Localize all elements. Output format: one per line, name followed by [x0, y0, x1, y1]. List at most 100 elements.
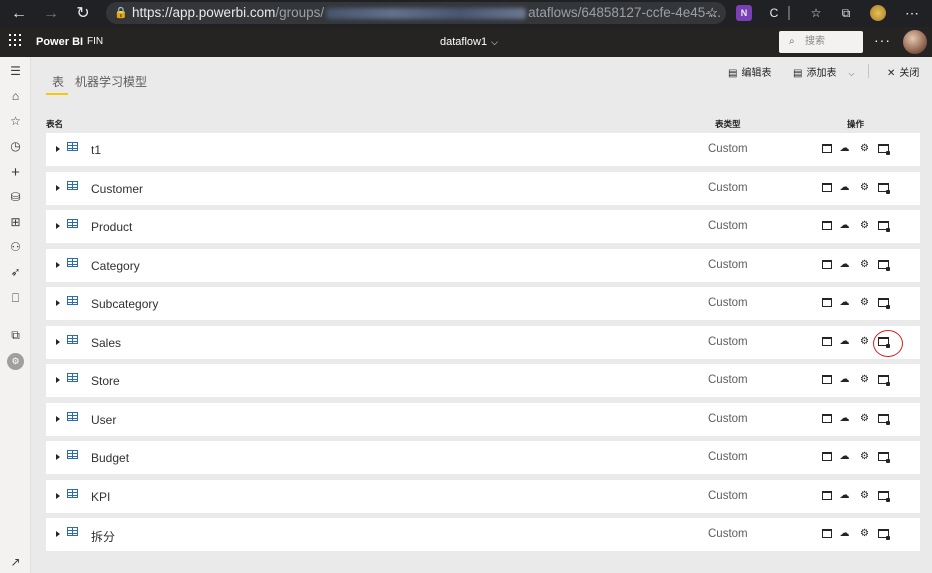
ai-insights-icon[interactable]: ☁ — [838, 336, 851, 348]
expand-caret-icon[interactable] — [56, 415, 60, 422]
settings-gear-icon[interactable]: ⚙ — [858, 413, 871, 425]
edit-table-icon[interactable] — [820, 374, 833, 386]
app-launcher-icon[interactable] — [9, 34, 21, 46]
settings-gear-icon[interactable]: ⚙ — [858, 220, 871, 232]
expand-caret-icon[interactable] — [56, 377, 60, 383]
bookmark-star-icon[interactable]: ☆ — [706, 2, 718, 24]
properties-icon[interactable] — [877, 490, 890, 502]
table-row[interactable]: Product Custom ☁ ⚙ — [46, 210, 920, 243]
favorites-star-icon[interactable]: ☆ — [7, 113, 24, 130]
profile-avatar-icon[interactable] — [870, 5, 886, 21]
properties-icon[interactable] — [877, 182, 890, 194]
expand-caret-icon[interactable] — [56, 223, 60, 229]
properties-icon[interactable] — [877, 220, 890, 232]
user-avatar[interactable] — [903, 30, 927, 54]
workspace-avatar-icon[interactable]: ⚙ — [7, 353, 24, 370]
properties-icon[interactable] — [877, 143, 890, 155]
forward-arrow-icon[interactable]: → — [40, 3, 62, 25]
add-tables-button[interactable]: ▤ 添加表 ⌵ — [793, 64, 855, 79]
properties-icon[interactable] — [877, 297, 890, 309]
ai-insights-icon[interactable]: ☁ — [838, 297, 851, 309]
table-row[interactable]: Budget Custom ☁ ⚙ — [46, 441, 920, 474]
expand-caret-icon[interactable] — [56, 454, 60, 460]
expand-caret-icon[interactable] — [56, 146, 60, 152]
extension-icon[interactable]: C — [766, 5, 782, 21]
ai-insights-icon[interactable]: ☁ — [838, 374, 851, 386]
settings-gear-icon[interactable]: ⚙ — [858, 374, 871, 386]
table-row[interactable]: User Custom ☁ ⚙ — [46, 402, 920, 436]
ai-insights-icon[interactable]: ☁ — [838, 220, 851, 232]
properties-icon[interactable] — [877, 451, 890, 463]
table-row[interactable]: Customer Custom ☁ ⚙ — [46, 171, 920, 205]
edit-table-icon[interactable] — [820, 528, 833, 540]
edit-table-icon[interactable] — [820, 451, 833, 463]
table-row[interactable]: t1 Custom ☁ ⚙ — [46, 133, 920, 166]
table-row[interactable]: 拆分 Custom ☁ ⚙ — [46, 518, 920, 551]
table-row[interactable]: Category Custom ☁ ⚙ — [46, 248, 920, 282]
table-row[interactable]: KPI Custom ☁ ⚙ — [46, 479, 920, 513]
settings-gear-icon[interactable]: ⚙ — [858, 451, 871, 463]
refresh-icon[interactable]: ↻ — [72, 3, 94, 25]
ai-insights-icon[interactable]: ☁ — [838, 259, 851, 271]
edit-table-icon[interactable] — [820, 297, 833, 309]
onenote-extension-icon[interactable]: N — [736, 5, 752, 21]
dataflow-title-dropdown[interactable]: dataflow1 ⌵ — [440, 36, 498, 48]
edit-table-icon[interactable] — [820, 259, 833, 271]
settings-gear-icon[interactable]: ⚙ — [858, 336, 871, 348]
ai-insights-icon[interactable]: ☁ — [838, 182, 851, 194]
learn-book-icon[interactable]: ⎕ — [7, 290, 24, 307]
expand-caret-icon[interactable] — [56, 492, 60, 499]
collections-icon[interactable]: ⧉ — [838, 5, 854, 21]
settings-gear-icon[interactable]: ⚙ — [858, 143, 871, 155]
properties-icon[interactable] — [877, 374, 890, 386]
expand-arrow-icon[interactable]: ↗ — [7, 554, 24, 571]
datasets-cylinder-icon[interactable]: ⛁ — [7, 189, 24, 206]
brand-label[interactable]: Power BI — [36, 36, 83, 48]
properties-icon[interactable] — [877, 259, 890, 271]
edit-table-icon[interactable] — [820, 220, 833, 232]
ai-insights-icon[interactable]: ☁ — [838, 528, 851, 540]
settings-gear-icon[interactable]: ⚙ — [858, 297, 871, 309]
edit-tables-button[interactable]: ▤ 编辑表 — [728, 64, 771, 79]
edit-table-icon[interactable] — [820, 413, 833, 425]
settings-gear-icon[interactable]: ⚙ — [858, 490, 871, 502]
tab-ml-models[interactable]: 机器学习模型 — [75, 73, 147, 90]
create-plus-icon[interactable]: + — [7, 164, 24, 181]
address-bar[interactable]: 🔒 https://app.powerbi.com/groups/ataflow… — [106, 2, 726, 24]
apps-icon[interactable]: ⊞ — [7, 214, 24, 231]
workspace-breadcrumb[interactable]: FIN — [87, 36, 103, 47]
edit-table-icon[interactable] — [820, 182, 833, 194]
settings-gear-icon[interactable]: ⚙ — [858, 259, 871, 271]
search-input[interactable]: ⌕ 搜索 — [779, 31, 863, 53]
settings-gear-icon[interactable]: ⚙ — [858, 528, 871, 540]
properties-icon[interactable] — [877, 528, 890, 540]
ai-insights-icon[interactable]: ☁ — [838, 413, 851, 425]
recent-clock-icon[interactable]: ◷ — [7, 138, 24, 155]
hamburger-icon[interactable]: ☰ — [7, 63, 24, 80]
table-row[interactable]: Subcategory Custom ☁ ⚙ — [46, 287, 920, 320]
expand-caret-icon[interactable] — [56, 531, 60, 537]
back-arrow-icon[interactable]: ← — [8, 3, 30, 25]
shared-with-me-icon[interactable]: ⚇ — [7, 239, 24, 256]
table-row[interactable]: Sales Custom ☁ ⚙ — [46, 325, 920, 359]
ai-insights-icon[interactable]: ☁ — [838, 143, 851, 155]
close-button[interactable]: ✕ 关闭 — [887, 64, 919, 79]
home-icon[interactable]: ⌂ — [7, 88, 24, 105]
deployment-rocket-icon[interactable]: ➶ — [7, 264, 24, 281]
ai-insights-icon[interactable]: ☁ — [838, 451, 851, 463]
expand-caret-icon[interactable] — [56, 184, 60, 191]
expand-caret-icon[interactable] — [56, 300, 60, 306]
expand-caret-icon[interactable] — [56, 261, 60, 268]
properties-icon[interactable] — [877, 413, 890, 425]
browser-menu-icon[interactable]: ⋯ — [904, 5, 920, 21]
table-row[interactable]: Store Custom ☁ ⚙ — [46, 364, 920, 397]
expand-caret-icon[interactable] — [56, 338, 60, 345]
workspaces-icon[interactable]: ⧉ — [7, 327, 24, 344]
ai-insights-icon[interactable]: ☁ — [838, 490, 851, 502]
edit-table-icon[interactable] — [820, 143, 833, 155]
tab-tables[interactable]: 表 — [52, 73, 64, 90]
favorites-icon[interactable]: ☆ — [808, 5, 824, 21]
edit-table-icon[interactable] — [820, 490, 833, 502]
edit-table-icon[interactable] — [820, 336, 833, 348]
more-options-icon[interactable]: ··· — [874, 32, 891, 48]
